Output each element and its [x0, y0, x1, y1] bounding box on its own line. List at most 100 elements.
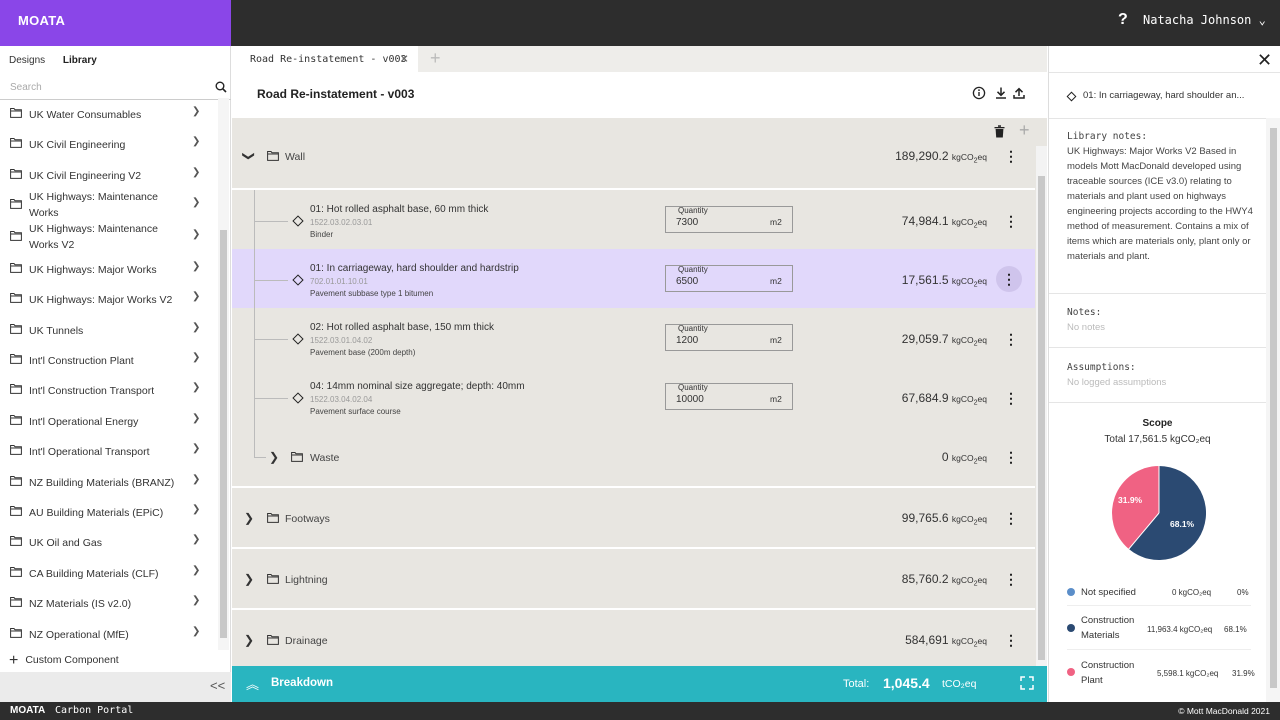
library-item[interactable]: Int'l Operational Transport ❯	[0, 435, 217, 465]
more-options-icon[interactable]: ⋮	[1004, 390, 1018, 407]
group-row-lightning[interactable]: ❯ Lightning 85,760.2 kgCO2eq ⋮	[232, 549, 1035, 610]
library-item[interactable]: UK Civil Engineering ❯	[0, 128, 217, 158]
library-item[interactable]: UK Highways: Major Works V2 ❯	[0, 283, 217, 313]
folder-icon	[267, 513, 279, 523]
more-options-icon[interactable]: ⋮	[1004, 510, 1018, 527]
more-options-icon[interactable]: ⋮	[1004, 213, 1018, 230]
chevron-right-icon: ❯	[192, 534, 201, 545]
tab-library[interactable]: Library	[63, 55, 97, 66]
component-row[interactable]: 01: Hot rolled asphalt base, 60 mm thick…	[232, 190, 1035, 249]
main-scrollbar[interactable]	[1036, 146, 1047, 666]
add-tab-icon[interactable]: +	[430, 48, 441, 69]
user-menu[interactable]: Natacha Johnson ⌄	[1143, 13, 1266, 27]
quantity-field[interactable]: Quantity 1200 m2	[665, 324, 793, 351]
library-item[interactable]: NZ Building Materials (BRANZ) ❯	[0, 466, 217, 496]
app-logo[interactable]: MOATA	[0, 0, 231, 46]
library-item[interactable]: UK Highways: Maintenance Works ❯	[0, 189, 217, 221]
library-item[interactable]: NZ Materials (IS v2.0) ❯	[0, 587, 217, 617]
plus-icon: +	[9, 652, 19, 669]
download-icon[interactable]	[994, 86, 1008, 100]
chevron-down-icon[interactable]: ❯	[242, 151, 256, 161]
chevron-right-icon: ❯	[192, 136, 201, 147]
chevron-right-icon[interactable]: ❯	[269, 450, 279, 464]
component-row-selected[interactable]: 01: In carriageway, hard shoulder and ha…	[232, 249, 1035, 308]
fullscreen-icon[interactable]	[1020, 676, 1034, 690]
design-tab[interactable]: Road Re-instatement - v003 ×	[232, 46, 418, 72]
close-icon[interactable]: ✕	[1257, 50, 1272, 71]
library-item[interactable]: NZ Operational (MfE) ❯	[0, 618, 217, 648]
component-row[interactable]: 02: Hot rolled asphalt base, 150 mm thic…	[232, 308, 1035, 367]
component-row[interactable]: 04: 14mm nominal size aggregate; depth: …	[232, 367, 1035, 426]
custom-component-button[interactable]: + Custom Component	[9, 652, 119, 670]
total-value: 1,045.4	[883, 675, 930, 691]
double-chevron-left-icon: <<	[210, 678, 226, 693]
group-row-waste[interactable]: ❯ Waste 0 kgCO2eq ⋮	[232, 426, 1035, 488]
library-item[interactable]: Int'l Operational Energy ❯	[0, 405, 217, 435]
library-item[interactable]: AU Building Materials (EPiC) ❯	[0, 496, 217, 526]
chevron-right-icon: ❯	[192, 322, 201, 333]
breakdown-bar[interactable]: ︽ Breakdown Total: 1,045.4 tCO₂eq	[232, 666, 1047, 702]
double-chevron-up-icon[interactable]: ︽	[246, 674, 259, 693]
library-item[interactable]: UK Oil and Gas ❯	[0, 526, 217, 556]
quantity-field[interactable]: Quantity 6500 m2	[665, 265, 793, 292]
group-row-footways[interactable]: ❯ Footways 99,765.6 kgCO2eq ⋮	[232, 488, 1035, 549]
more-options-icon[interactable]: ⋮	[996, 266, 1022, 292]
more-options-icon[interactable]: ⋮	[1004, 449, 1018, 466]
library-item[interactable]: CA Building Materials (CLF) ❯	[0, 557, 217, 587]
library-item[interactable]: UK Highways: Major Works ❯	[0, 253, 217, 283]
quantity-field[interactable]: Quantity 7300 m2	[665, 206, 793, 233]
legend-item: Not specified 0 kgCO₂eq 0%	[1067, 581, 1251, 606]
footer: MOATA Carbon Portal © Mott MacDonald 202…	[0, 702, 1280, 720]
close-tab-icon[interactable]: ×	[400, 51, 408, 67]
library-item[interactable]: Int'l Construction Transport ❯	[0, 374, 217, 404]
component-value: 29,059.7 kgCO2eq	[901, 332, 987, 348]
library-item[interactable]: UK Tunnels ❯	[0, 314, 217, 344]
sidebar-scroll-thumb[interactable]	[220, 230, 227, 638]
more-options-icon[interactable]: ⋮	[1004, 632, 1018, 649]
library-list: UK Water Consumables ❯ UK Civil Engineeri…	[0, 98, 217, 650]
folder-icon	[10, 415, 22, 425]
chevron-right-icon: ❯	[192, 352, 201, 363]
folder-icon	[267, 635, 279, 645]
panel-title: 01: In carriageway, hard shoulder an...	[1083, 90, 1245, 101]
library-item[interactable]: UK Water Consumables ❯	[0, 98, 217, 128]
group-row-wall[interactable]: ❯ Wall 189,290.2 kgCO2eq ⋮	[232, 146, 1035, 190]
group-row-drainage[interactable]: ❯ Drainage 584,691 kgCO2eq ⋮	[232, 610, 1035, 666]
collapse-sidebar-button[interactable]: <<	[0, 672, 231, 702]
page-title: Road Re-instatement - v003	[257, 87, 415, 101]
add-icon[interactable]: +	[1019, 120, 1030, 141]
help-icon[interactable]: ?	[1118, 11, 1128, 29]
tab-designs[interactable]: Designs	[9, 55, 45, 66]
info-icon[interactable]	[972, 86, 986, 100]
library-item[interactable]: UK Civil Engineering V2 ❯	[0, 159, 217, 189]
folder-icon	[10, 506, 22, 516]
chevron-right-icon[interactable]: ❯	[244, 572, 254, 586]
more-options-icon[interactable]: ⋮	[1004, 331, 1018, 348]
quantity-field[interactable]: Quantity 10000 m2	[665, 383, 793, 410]
component-icon	[1066, 91, 1077, 102]
legend-item: Construction Materials 11,963.4 kgCO₂eq …	[1067, 608, 1251, 650]
folder-icon	[10, 445, 22, 455]
chevron-right-icon: ❯	[192, 197, 201, 208]
search-input[interactable]: Search	[0, 76, 231, 100]
more-options-icon[interactable]: ⋮	[1004, 571, 1018, 588]
more-options-icon[interactable]: ⋮	[1004, 148, 1018, 165]
library-item[interactable]: UK Highways: Maintenance Works V2 ❯	[0, 221, 217, 253]
upload-icon[interactable]	[1012, 86, 1026, 100]
library-item[interactable]: Int'l Construction Plant ❯	[0, 344, 217, 374]
chevron-right-icon[interactable]: ❯	[244, 511, 254, 525]
chevron-right-icon: ❯	[192, 382, 201, 393]
folder-icon	[267, 574, 279, 584]
component-value: 17,561.5 kgCO2eq	[901, 273, 987, 289]
chevron-right-icon: ❯	[192, 229, 201, 240]
assumptions-text: No logged assumptions	[1067, 377, 1167, 388]
scope-pie-chart: 68.1% 31.9%	[1112, 466, 1206, 560]
panel-scrollbar[interactable]	[1266, 118, 1280, 702]
chevron-right-icon: ❯	[192, 626, 201, 637]
folder-icon	[10, 597, 22, 607]
trash-icon[interactable]	[994, 125, 1005, 138]
design-header: Road Re-instatement - v003	[232, 72, 1047, 118]
chevron-right-icon[interactable]: ❯	[244, 633, 254, 647]
folder-icon	[10, 138, 22, 148]
search-icon[interactable]	[215, 81, 227, 93]
